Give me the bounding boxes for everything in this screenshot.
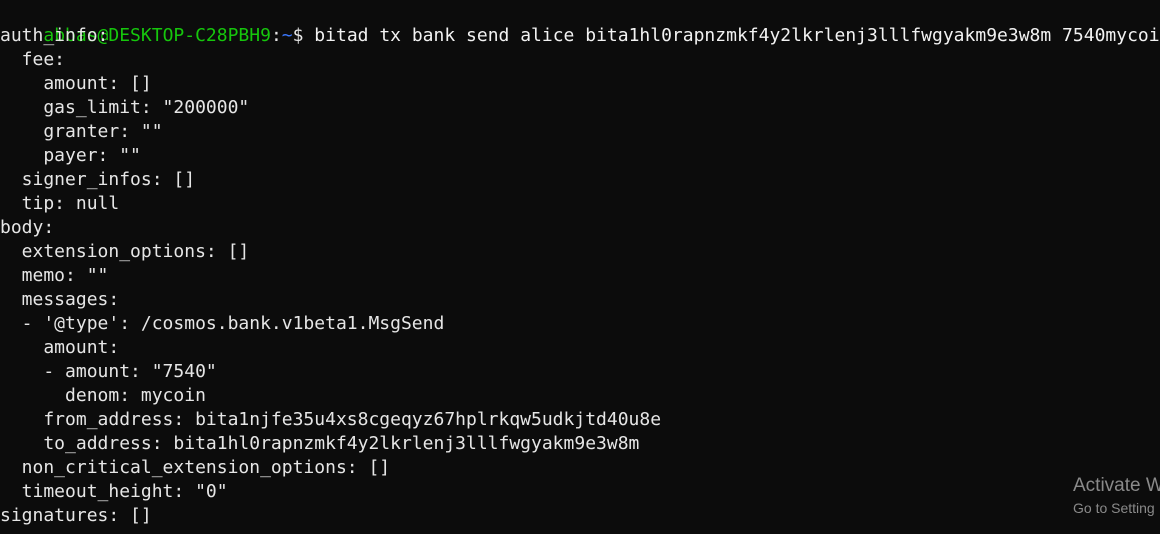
- activate-windows-title: Activate W: [1073, 475, 1160, 496]
- output-line: auth_info:: [0, 25, 109, 46]
- command-prompt-line: abbas@DESKTOP-C28PBH9:~$ bitad tx bank s…: [0, 0, 1160, 46]
- output-line: messages:: [0, 289, 120, 310]
- output-line: signatures: []: [0, 505, 152, 526]
- output-line: timeout_height: "0": [0, 481, 228, 502]
- prompt-symbol: $: [292, 25, 304, 46]
- command-text: bitad tx bank send alice bita1hl0rapnzmk…: [303, 25, 1160, 46]
- output-line: signer_infos: []: [0, 169, 196, 190]
- output-line: amount: []: [0, 73, 152, 94]
- output-line: from_address: bita1njfe35u4xs8cgeqyz67hp…: [0, 409, 662, 430]
- activate-windows-subtitle: Go to Setting: [1073, 500, 1155, 516]
- output-line: granter: "": [0, 121, 163, 142]
- output-line: denom: mycoin: [0, 385, 206, 406]
- prompt-separator: :: [270, 25, 282, 46]
- output-line: - amount: "7540": [0, 361, 217, 382]
- output-line: tip: null: [0, 193, 120, 214]
- output-line: memo: "": [0, 265, 109, 286]
- output-line: to_address: bita1hl0rapnzmkf4y2lkrlenj3l…: [0, 433, 640, 454]
- prompt-path: ~: [281, 25, 293, 46]
- output-line: amount:: [0, 337, 120, 358]
- output-line: fee:: [0, 49, 66, 70]
- output-line: payer: "": [0, 145, 141, 166]
- output-line: body:: [0, 217, 55, 238]
- output-line: extension_options: []: [0, 241, 250, 262]
- output-line: - '@type': /cosmos.bank.v1beta1.MsgSend: [0, 313, 445, 334]
- output-line: non_critical_extension_options: []: [0, 457, 391, 478]
- output-line: gas_limit: "200000": [0, 97, 250, 118]
- terminal-window[interactable]: abbas@DESKTOP-C28PBH9:~$ bitad tx bank s…: [0, 0, 1160, 534]
